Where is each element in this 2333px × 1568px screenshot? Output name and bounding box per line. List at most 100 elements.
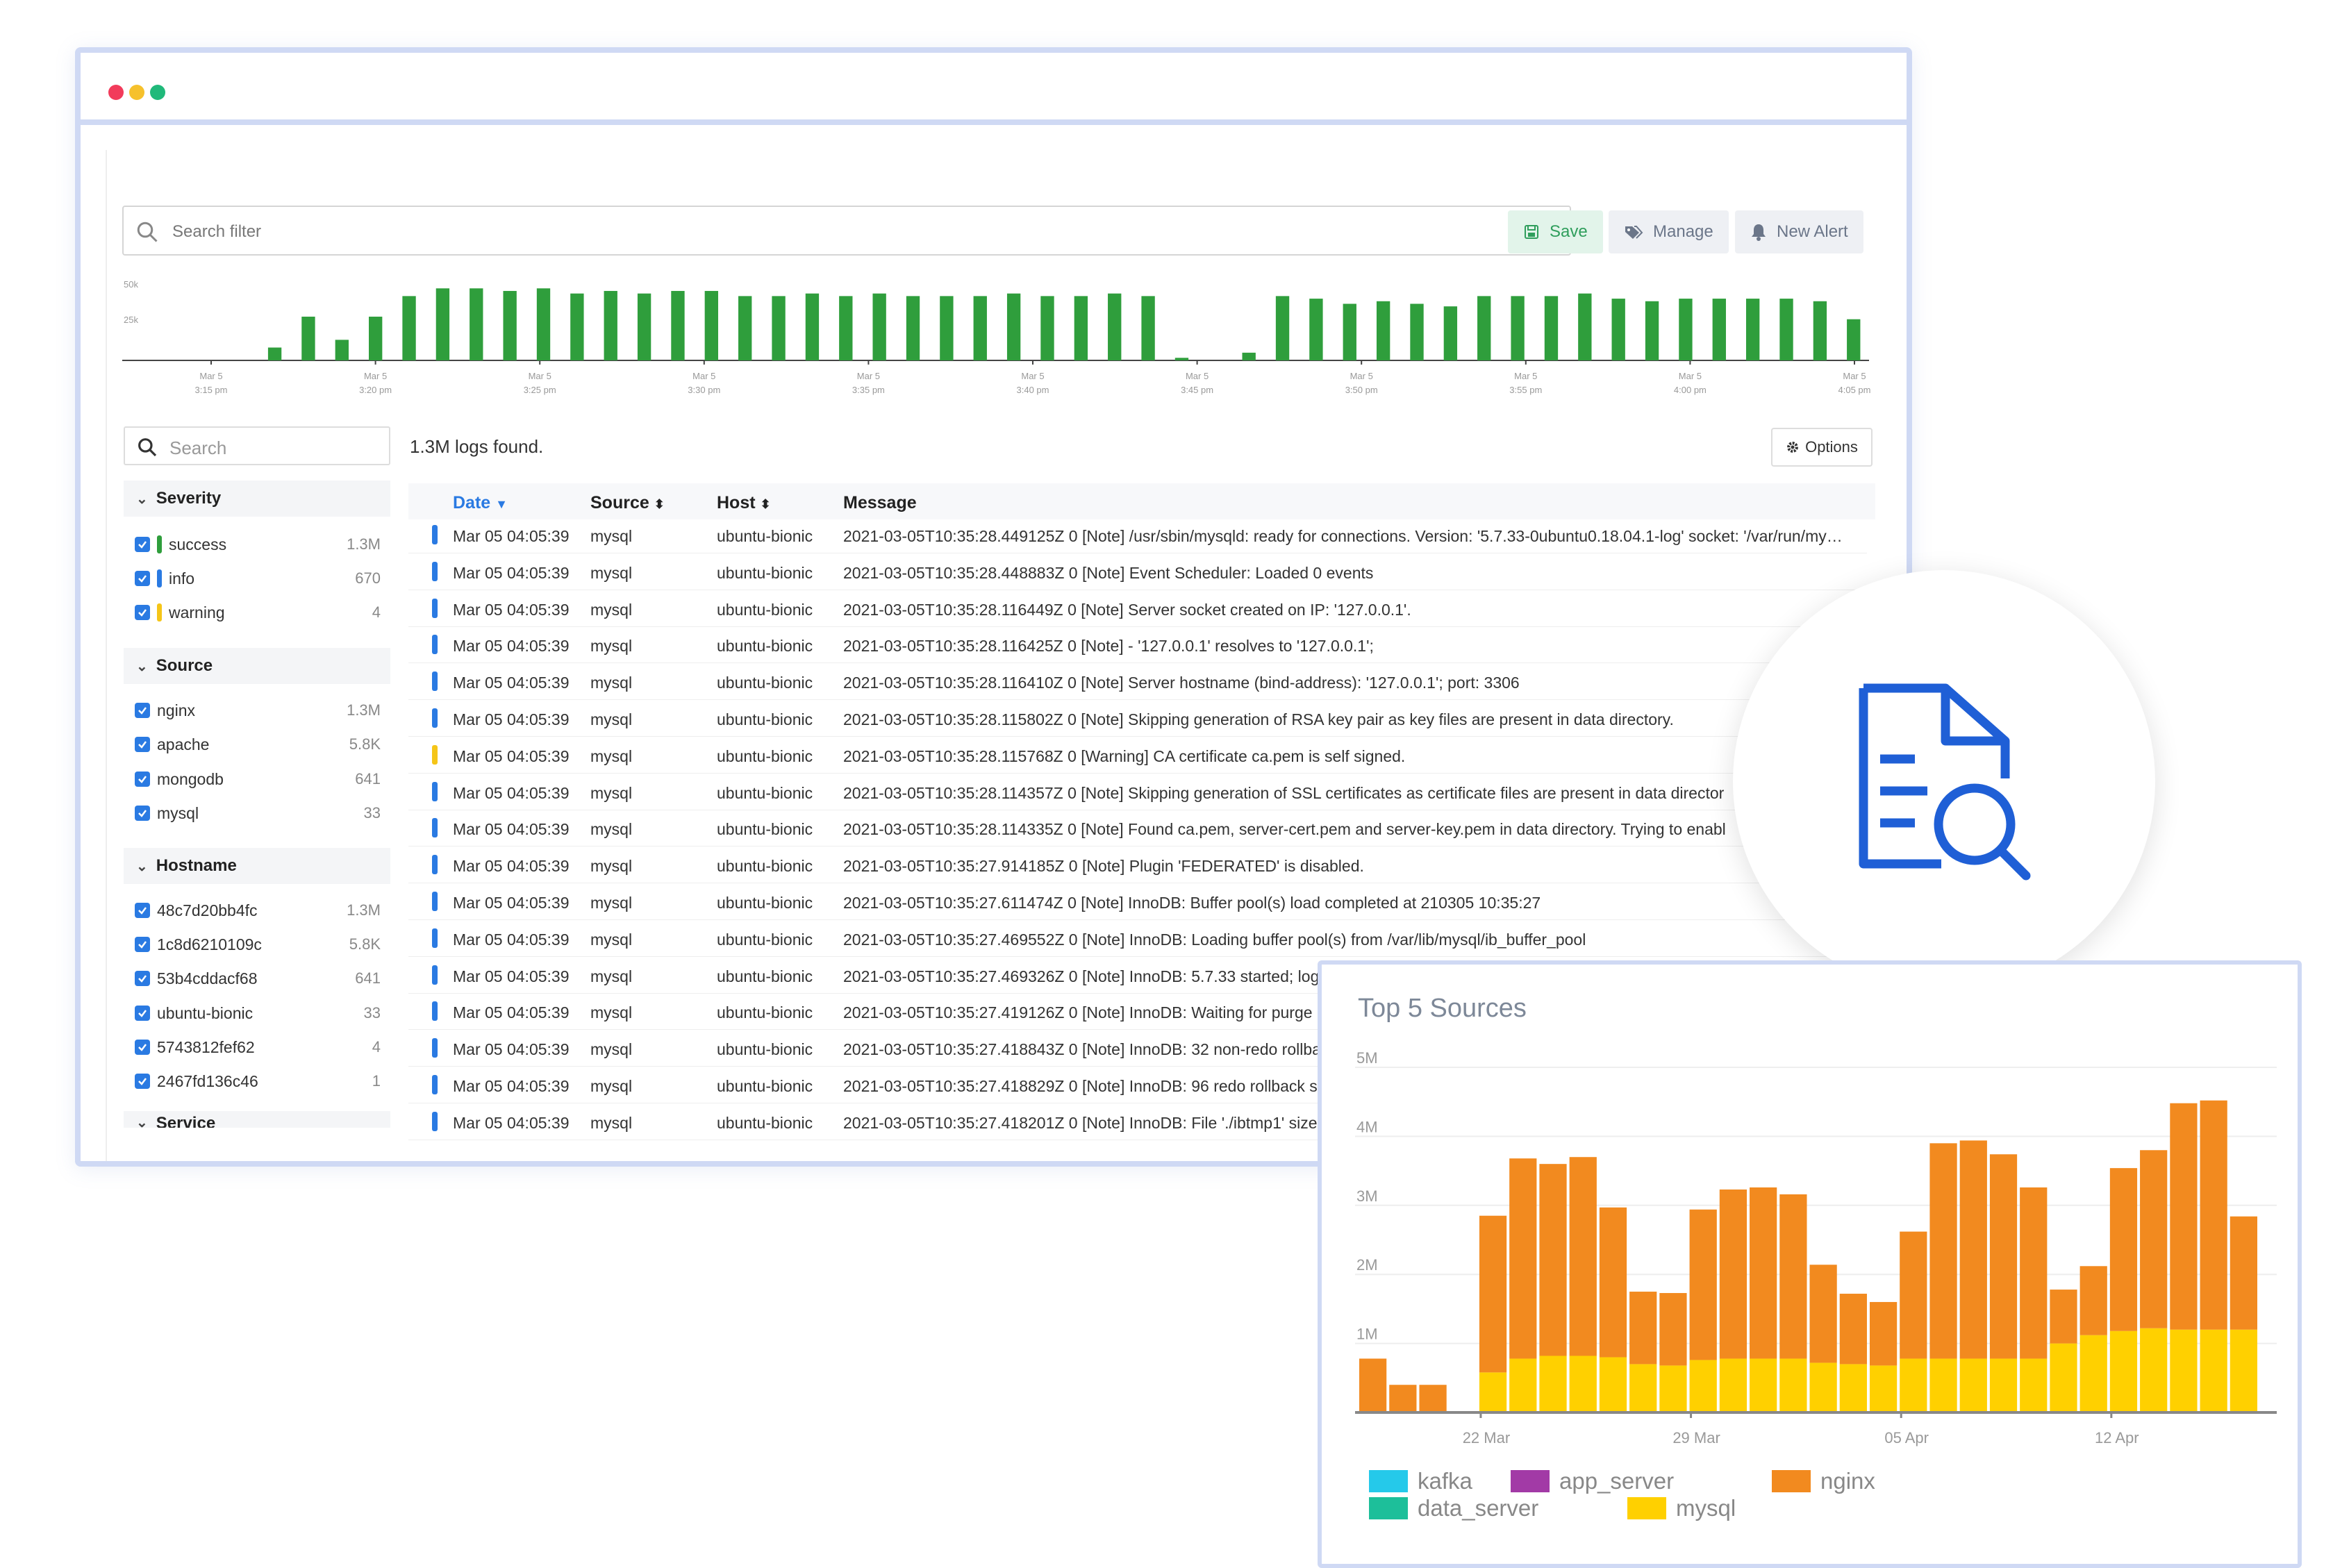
- facet-item-label: 1c8d6210109c: [157, 935, 262, 953]
- zoom-window-dot[interactable]: [150, 85, 165, 100]
- cell-message: 2021-03-05T10:35:27.469552Z 0 [Note] Inn…: [843, 930, 1586, 949]
- facet-item-label: nginx: [157, 701, 195, 719]
- table-row[interactable]: Mar 05 04:05:39 mysql ubuntu-bionic 2021-03…: [408, 883, 1867, 920]
- facet-item-hostname[interactable]: 1c8d6210109c 5.8K: [135, 931, 381, 958]
- histogram-x-tick-date: Mar 5: [1350, 371, 1373, 381]
- histogram-x-tick-date: Mar 5: [1514, 371, 1537, 381]
- table-row[interactable]: Mar 05 04:05:39 mysql ubuntu-bionic 2021-03…: [408, 774, 1867, 810]
- facet-item-severity[interactable]: success 1.3M: [135, 531, 381, 558]
- legend-kafka[interactable]: kafka: [1369, 1468, 1472, 1494]
- table-row[interactable]: Mar 05 04:05:39 mysql ubuntu-bionic 2021-03…: [408, 700, 1867, 737]
- checkbox-checked-icon[interactable]: [135, 571, 150, 586]
- severity-color-bar: [157, 603, 162, 622]
- checkbox-checked-icon[interactable]: [135, 806, 150, 821]
- chart-bar-mysql: [2170, 1329, 2198, 1412]
- checkbox-checked-icon[interactable]: [135, 1074, 150, 1089]
- facet-item-severity[interactable]: warning 4: [135, 599, 381, 626]
- facet-item-hostname[interactable]: 2467fd136c46 1: [135, 1067, 381, 1095]
- cell-source: mysql: [590, 1077, 633, 1095]
- facet-item-count: 1.3M: [347, 901, 381, 919]
- severity-color-bar: [432, 892, 438, 911]
- histogram-bar: [738, 296, 752, 360]
- save-button[interactable]: Save: [1508, 210, 1603, 253]
- facet-title: Source: [156, 656, 213, 675]
- histogram-x-tick-time: 3:25 pm: [524, 385, 556, 395]
- cell-message: 2021-03-05T10:35:28.114335Z 0 [Note] Fou…: [843, 820, 1726, 839]
- table-row[interactable]: Mar 05 04:05:39 mysql ubuntu-bionic 2021-03…: [408, 846, 1867, 884]
- legend-mysql[interactable]: mysql: [1627, 1495, 1736, 1521]
- facet-item-source[interactable]: mysql 33: [135, 799, 381, 827]
- cell-message: 2021-03-05T10:35:27.418201Z 0 [Note] Inn…: [843, 1113, 1318, 1132]
- histogram-bar: [1343, 303, 1356, 360]
- manage-button[interactable]: Manage: [1609, 210, 1729, 253]
- severity-color-bar: [432, 708, 438, 728]
- chart-bar-mysql: [1659, 1365, 1687, 1412]
- chart-bar-nginx: [1779, 1194, 1807, 1359]
- checkbox-checked-icon[interactable]: [135, 537, 150, 552]
- facet-item-count: 33: [363, 1004, 381, 1021]
- column-host[interactable]: Host ⬍: [717, 493, 771, 513]
- legend-app-server[interactable]: app_server: [1511, 1468, 1674, 1494]
- severity-color-bar: [432, 818, 438, 838]
- facet-item-source[interactable]: mongodb 641: [135, 765, 381, 793]
- facet-header-source[interactable]: ⌄ Source: [124, 648, 390, 684]
- facet-item-source[interactable]: apache 5.8K: [135, 731, 381, 758]
- facet-header-hostname[interactable]: ⌄ Hostname: [124, 848, 390, 884]
- legend-data-server[interactable]: data_server: [1369, 1495, 1538, 1521]
- sidebar-search-input[interactable]: Search: [124, 426, 390, 465]
- facet-item-hostname[interactable]: 5743812fef62 4: [135, 1033, 381, 1061]
- column-source-label: Source: [590, 493, 649, 512]
- checkbox-checked-icon[interactable]: [135, 772, 150, 787]
- legend-label: mysql: [1676, 1495, 1736, 1521]
- chart-bar-nginx: [1599, 1207, 1627, 1358]
- cell-date: Mar 05 04:05:39: [453, 930, 570, 949]
- severity-color-bar: [432, 672, 438, 692]
- facet-header-service[interactable]: ⌄ Service: [124, 1111, 390, 1128]
- histogram-x-tick-date: Mar 5: [1186, 371, 1209, 381]
- chart-y-tick: 1M: [1356, 1326, 1378, 1343]
- checkbox-checked-icon[interactable]: [135, 937, 150, 952]
- search-filter-input[interactable]: Search filter: [122, 206, 1571, 256]
- checkbox-checked-icon[interactable]: [135, 903, 150, 918]
- cell-message: 2021-03-05T10:35:28.115768Z 0 [Warning] …: [843, 747, 1406, 765]
- chart-bar-nginx: [1509, 1158, 1537, 1359]
- minimize-window-dot[interactable]: [129, 85, 144, 100]
- severity-color-bar: [432, 928, 438, 948]
- cell-message: 2021-03-05T10:35:27.418843Z 0 [Note] Inn…: [843, 1040, 1321, 1059]
- close-window-dot[interactable]: [108, 85, 124, 100]
- legend-nginx[interactable]: nginx: [1772, 1468, 1875, 1494]
- options-button[interactable]: Options: [1771, 428, 1873, 467]
- table-row[interactable]: Mar 05 04:05:39 mysql ubuntu-bionic 2021-03…: [408, 737, 1867, 774]
- severity-color-bar: [432, 525, 438, 544]
- new-alert-button[interactable]: New Alert: [1735, 210, 1863, 253]
- facet-item-source[interactable]: nginx 1.3M: [135, 697, 381, 724]
- checkbox-checked-icon[interactable]: [135, 605, 150, 620]
- table-row[interactable]: Mar 05 04:05:39 mysql ubuntu-bionic 2021-03…: [408, 810, 1867, 847]
- severity-color-bar: [157, 569, 162, 587]
- facet-item-hostname[interactable]: 48c7d20bb4fc 1.3M: [135, 896, 381, 924]
- column-source[interactable]: Source ⬍: [590, 493, 665, 513]
- table-row[interactable]: Mar 05 04:05:39 mysql ubuntu-bionic 2021-03…: [408, 920, 1867, 957]
- facet-item-label: mongodb: [157, 769, 224, 788]
- checkbox-checked-icon[interactable]: [135, 971, 150, 986]
- checkbox-checked-icon[interactable]: [135, 1040, 150, 1055]
- table-row[interactable]: Mar 05 04:05:39 mysql ubuntu-bionic 2021-03…: [408, 626, 1867, 664]
- checkbox-checked-icon[interactable]: [135, 737, 150, 752]
- chart-bar-nginx: [1569, 1157, 1597, 1356]
- checkbox-checked-icon[interactable]: [135, 1006, 150, 1021]
- histogram-bar: [1578, 293, 1592, 360]
- facet-item-hostname[interactable]: 53b4cddacf68 641: [135, 965, 381, 992]
- table-row[interactable]: Mar 05 04:05:39 mysql ubuntu-bionic 2021-03…: [408, 517, 1867, 553]
- chevron-down-icon: ⌄: [136, 658, 148, 674]
- table-row[interactable]: Mar 05 04:05:39 mysql ubuntu-bionic 2021-03…: [408, 553, 1867, 590]
- table-row[interactable]: Mar 05 04:05:39 mysql ubuntu-bionic 2021-03…: [408, 663, 1867, 701]
- checkbox-checked-icon[interactable]: [135, 703, 150, 718]
- table-row[interactable]: Mar 05 04:05:39 mysql ubuntu-bionic 2021-03…: [408, 590, 1867, 627]
- histogram-bar: [1275, 296, 1290, 360]
- column-date[interactable]: Date ▼: [453, 493, 508, 513]
- facet-item-severity[interactable]: info 670: [135, 565, 381, 592]
- facet-header-severity[interactable]: ⌄ Severity: [124, 481, 390, 517]
- new-alert-label: New Alert: [1777, 222, 1848, 241]
- facet-item-hostname[interactable]: ubuntu-bionic 33: [135, 999, 381, 1027]
- cell-source: mysql: [590, 1040, 633, 1059]
